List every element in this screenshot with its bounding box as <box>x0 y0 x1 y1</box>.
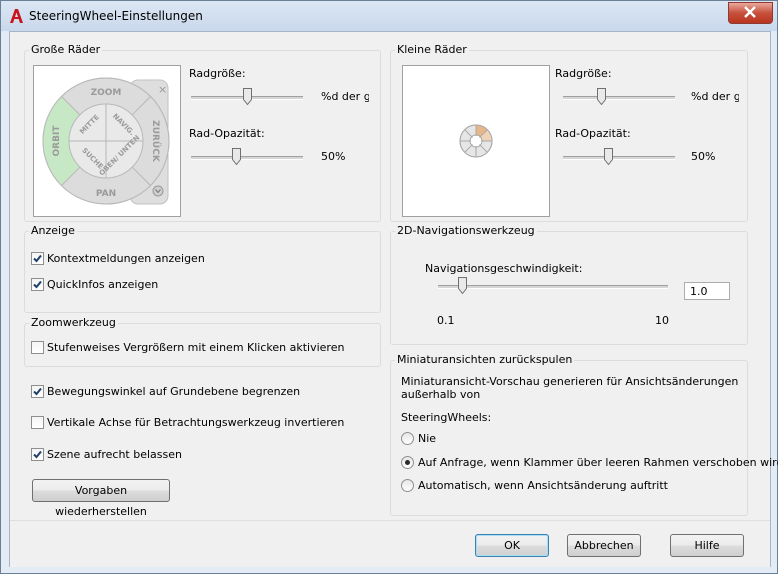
nav2d-group: 2D-Navigationswerkzeug Navigationsgeschw… <box>390 224 748 345</box>
rewind-option-never-radio[interactable] <box>401 432 414 445</box>
wheel-label-zoom: ZOOM <box>91 88 122 98</box>
wheel-label-pan: PAN <box>96 189 116 199</box>
nav-speed-input[interactable]: 1.0 <box>684 282 730 300</box>
context-messages-checkbox[interactable] <box>31 252 44 265</box>
incremental-zoom-label[interactable]: Stufenweises Vergrößern mit einem Klicke… <box>47 341 344 354</box>
rewind-description-line1: Miniaturansicht-Vorschau generieren für … <box>401 375 739 388</box>
invert-axis-label[interactable]: Vertikale Achse für Betrachtungswerkzeug… <box>47 416 344 429</box>
small-wheels-group: Kleine Räder Radgröße: %d der ge <box>390 43 748 222</box>
checkmark-icon <box>33 280 42 289</box>
large-opacity-slider-thumb[interactable] <box>232 148 242 165</box>
small-opacity-slider-track[interactable] <box>563 156 675 160</box>
large-wheel-preview: × ZOOM PAN ORBIT ZURÜCK MITTE NAVIG. SUC… <box>33 65 181 217</box>
large-size-value: %d der ge <box>321 90 369 103</box>
small-size-slider-track[interactable] <box>563 96 675 100</box>
large-size-label: Radgröße: <box>189 67 246 80</box>
checkmark-icon <box>33 450 42 459</box>
constrain-walk-checkbox[interactable] <box>31 385 44 398</box>
help-button[interactable]: Hilfe <box>670 534 744 557</box>
wheel-label-back: ZURÜCK <box>150 120 161 163</box>
keep-upright-label[interactable]: Szene aufrecht belassen <box>47 448 182 461</box>
large-opacity-value: 50% <box>321 150 346 163</box>
small-wheel-preview <box>402 65 550 217</box>
invert-axis-checkbox[interactable] <box>31 416 44 429</box>
steering-wheels-label: SteeringWheels: <box>401 411 492 424</box>
dialog-client-area: Große Räder × ZOOM PAN ORBIT ZURÜCK MITT… <box>9 31 778 567</box>
radio-selected-dot <box>405 460 410 465</box>
wheel-label-orbit: ORBIT <box>52 125 62 157</box>
constrain-walk-label[interactable]: Bewegungswinkel auf Grundebene begrenzen <box>47 385 300 398</box>
rewind-option-automatic-radio[interactable] <box>401 479 414 492</box>
zoom-tool-title: Zoomwerkzeug <box>29 316 118 329</box>
close-window-button[interactable] <box>728 2 773 24</box>
ok-button[interactable]: OK <box>475 534 549 557</box>
small-wheels-title: Kleine Räder <box>395 43 469 56</box>
title-bar: SteeringWheel-Einstellungen <box>1 1 777 31</box>
close-icon <box>744 6 756 18</box>
rewind-option-on-demand-label[interactable]: Auf Anfrage, wenn Klammer über leeren Ra… <box>418 456 778 469</box>
large-opacity-label: Rad-Opazität: <box>189 127 265 140</box>
nav-speed-slider-thumb[interactable] <box>457 277 467 294</box>
button-bar: OK Abbrechen Hilfe <box>10 520 770 567</box>
large-wheels-title: Große Räder <box>29 43 103 56</box>
rewind-option-on-demand-radio[interactable] <box>401 456 414 469</box>
tooltips-checkbox[interactable] <box>31 278 44 291</box>
checkmark-icon <box>33 254 42 263</box>
rewind-title: Miniaturansichten zurückspulen <box>395 353 575 366</box>
large-wheels-group: Große Räder × ZOOM PAN ORBIT ZURÜCK MITT… <box>24 43 381 222</box>
display-group: Anzeige Kontextmeldungen anzeigen QuickI… <box>24 224 381 313</box>
large-size-slider-thumb[interactable] <box>242 88 252 105</box>
cancel-button[interactable]: Abbrechen <box>567 534 641 557</box>
tooltips-label[interactable]: QuickInfos anzeigen <box>47 278 158 291</box>
nav-speed-slider-track[interactable] <box>438 285 668 289</box>
rewind-option-never-label[interactable]: Nie <box>418 432 436 445</box>
checkmark-icon <box>33 387 42 396</box>
zoom-tool-group: Zoomwerkzeug Stufenweises Vergrößern mit… <box>24 316 381 367</box>
nav-speed-min: 0.1 <box>437 314 455 327</box>
small-opacity-label: Rad-Opazität: <box>555 127 631 140</box>
small-size-label: Radgröße: <box>555 67 612 80</box>
context-messages-label[interactable]: Kontextmeldungen anzeigen <box>47 252 205 265</box>
window-title: SteeringWheel-Einstellungen <box>29 9 203 23</box>
nav-speed-max: 10 <box>655 314 669 327</box>
full-navigation-wheel-image: × ZOOM PAN ORBIT ZURÜCK MITTE NAVIG. SUC… <box>42 77 170 205</box>
small-size-slider-thumb[interactable] <box>596 88 606 105</box>
keep-upright-checkbox[interactable] <box>31 448 44 461</box>
small-opacity-slider-thumb[interactable] <box>604 148 614 165</box>
autocad-logo-icon <box>10 9 23 23</box>
incremental-zoom-checkbox[interactable] <box>31 341 44 354</box>
wheel-close-mark: × <box>158 83 167 96</box>
display-title: Anzeige <box>29 224 77 237</box>
large-opacity-slider-track[interactable] <box>191 156 303 160</box>
rewind-group: Miniaturansichten zurückspulen Miniatura… <box>390 353 778 516</box>
mini-wheel-image <box>459 124 493 158</box>
rewind-option-automatic-label[interactable]: Automatisch, wenn Ansichtsänderung auftr… <box>418 479 668 492</box>
nav-speed-label: Navigationsgeschwindigkeit: <box>425 262 583 275</box>
rewind-description-line2: außerhalb von <box>401 388 481 401</box>
restore-defaults-button[interactable]: Vorgaben wiederherstellen <box>32 479 170 518</box>
dialog-window: SteeringWheel-Einstellungen Große Räder … <box>0 0 778 574</box>
small-opacity-value: 50% <box>691 150 716 163</box>
nav2d-title: 2D-Navigationswerkzeug <box>395 224 537 237</box>
small-size-value: %d der ge <box>691 90 739 103</box>
